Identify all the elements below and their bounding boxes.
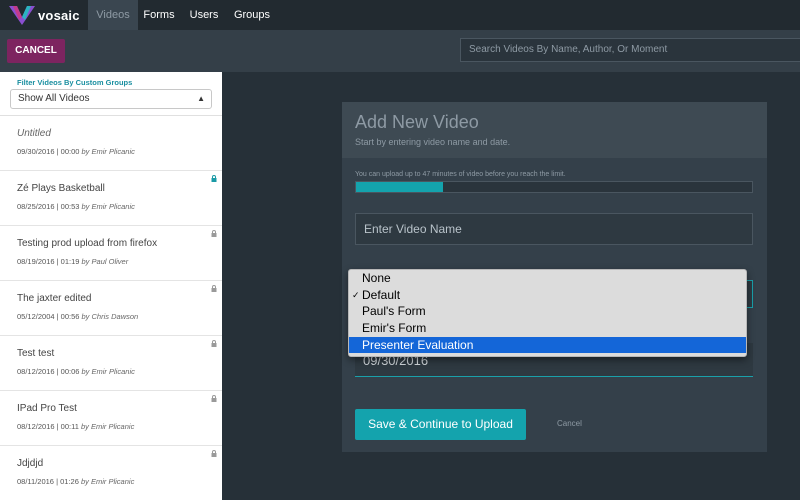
video-meta: 08/19/2016 | 01:19 by Paul Oliver <box>17 257 128 266</box>
panel-title: Add New Video <box>355 112 479 132</box>
video-date-time: 08/11/2016 | 01:26 <box>17 477 79 486</box>
logo-text: vosaic <box>38 7 80 23</box>
video-date-time: 08/25/2016 | 00:53 <box>17 202 80 211</box>
menu-option-presenter-evaluation[interactable]: Presenter Evaluation <box>349 336 746 354</box>
logo[interactable]: vosaic <box>0 0 88 30</box>
menu-option-emirs-form[interactable]: Emir's Form <box>349 320 746 337</box>
video-title: IPad Pro Test <box>17 403 77 414</box>
menu-option-label: Paul's Form <box>362 304 426 319</box>
video-author: by Paul Oliver <box>81 257 129 266</box>
lock-icon <box>211 340 217 347</box>
nav-users[interactable]: Users <box>180 0 228 30</box>
upload-limit-progress <box>355 181 753 193</box>
nav-groups[interactable]: Groups <box>228 0 276 30</box>
video-meta: 08/12/2016 | 00:06 by Emir Plicanic <box>17 367 135 376</box>
lock-icon <box>211 450 217 457</box>
video-author: by Emir Plicanic <box>80 477 135 486</box>
video-sidebar: Filter Videos By Custom Groups Show All … <box>0 72 222 500</box>
video-title: Test test <box>17 348 55 359</box>
up-down-arrows-icon: ▲ <box>197 94 205 103</box>
video-date-time: 08/12/2016 | 00:06 <box>17 367 80 376</box>
video-title: Zé Plays Basketball <box>17 183 105 194</box>
nav-forms[interactable]: Forms <box>138 0 180 30</box>
lock-icon <box>211 395 217 402</box>
save-continue-button[interactable]: Save & Continue to Upload <box>355 409 526 440</box>
video-list-item[interactable]: Jdjdjd 08/11/2016 | 01:26 by Emir Plican… <box>0 446 222 500</box>
group-filter-select[interactable]: Show All Videos ▲ <box>10 89 212 109</box>
cancel-link[interactable]: Cancel <box>557 419 582 428</box>
video-meta: 08/11/2016 | 01:26 by Emir Plicanic <box>17 477 134 486</box>
video-author: by Emir Plicanic <box>81 147 135 156</box>
form-dropdown-menu: None ✓ Default Paul's Form Emir's Form P… <box>348 269 747 357</box>
video-list-item[interactable]: IPad Pro Test 08/12/2016 | 00:11 by Emir… <box>0 391 222 446</box>
video-list-item[interactable]: Zé Plays Basketball 08/25/2016 | 00:53 b… <box>0 171 222 226</box>
nav-videos[interactable]: Videos <box>88 0 138 30</box>
menu-option-none[interactable]: None <box>349 270 746 287</box>
menu-option-label: Default <box>362 287 401 302</box>
video-meta: 09/30/2016 | 00:00 by Emir Plicanic <box>17 147 135 156</box>
video-title: The jaxter edited <box>17 293 92 304</box>
lock-icon <box>211 285 217 292</box>
panel-header: Add New Video Start by entering video na… <box>342 102 767 158</box>
video-author: by Emir Plicanic <box>81 202 135 211</box>
search-input[interactable]: Search Videos By Name, Author, Or Moment <box>460 38 800 62</box>
video-meta: 08/25/2016 | 00:53 by Emir Plicanic <box>17 202 135 211</box>
lock-icon <box>211 230 217 237</box>
cancel-button[interactable]: CANCEL <box>7 39 65 63</box>
menu-option-label: None <box>362 271 391 285</box>
menu-option-pauls-form[interactable]: Paul's Form <box>349 303 746 320</box>
video-name-input[interactable]: Enter Video Name <box>355 213 753 245</box>
video-date-time: 05/12/2004 | 00:56 <box>17 312 80 321</box>
filter-section: Filter Videos By Custom Groups Show All … <box>0 72 222 116</box>
video-meta: 05/12/2004 | 00:56 by Chris Dawson <box>17 312 138 321</box>
menu-option-label: Emir's Form <box>362 321 427 336</box>
filter-select-value: Show All Videos <box>18 93 90 104</box>
video-meta: 08/12/2016 | 00:11 by Emir Plicanic <box>17 422 134 431</box>
vosaic-logo-icon <box>9 6 35 25</box>
video-list-item[interactable]: The jaxter edited 05/12/2004 | 00:56 by … <box>0 281 222 336</box>
video-list-item[interactable]: Test test 08/12/2016 | 00:06 by Emir Pli… <box>0 336 222 391</box>
progress-fill <box>356 182 444 192</box>
top-nav: vosaic Videos Forms Users Groups <box>0 0 800 30</box>
video-author: by Chris Dawson <box>81 312 139 321</box>
panel-subtitle: Start by entering video name and date. <box>355 137 511 147</box>
lock-icon <box>211 175 217 182</box>
video-date-time: 09/30/2016 | 00:00 <box>17 147 80 156</box>
video-title: Untitled <box>17 128 51 139</box>
video-date-time: 08/19/2016 | 01:19 <box>17 257 80 266</box>
upload-limit-text: You can upload up to 47 minutes of video… <box>355 171 566 178</box>
video-author: by Emir Plicanic <box>80 422 135 431</box>
menu-option-default[interactable]: ✓ Default <box>349 287 746 304</box>
video-date-time: 08/12/2016 | 00:11 <box>17 422 79 431</box>
video-list-item[interactable]: Testing prod upload from firefox 08/19/2… <box>0 226 222 281</box>
video-title: Testing prod upload from firefox <box>17 238 158 249</box>
video-author: by Emir Plicanic <box>81 367 135 376</box>
video-list-item[interactable]: Untitled 09/30/2016 | 00:00 by Emir Plic… <box>0 116 222 171</box>
menu-option-label: Presenter Evaluation <box>362 337 474 352</box>
video-title: Jdjdjd <box>17 458 44 469</box>
checkmark-icon: ✓ <box>352 289 360 300</box>
filter-label: Filter Videos By Custom Groups <box>17 78 133 87</box>
